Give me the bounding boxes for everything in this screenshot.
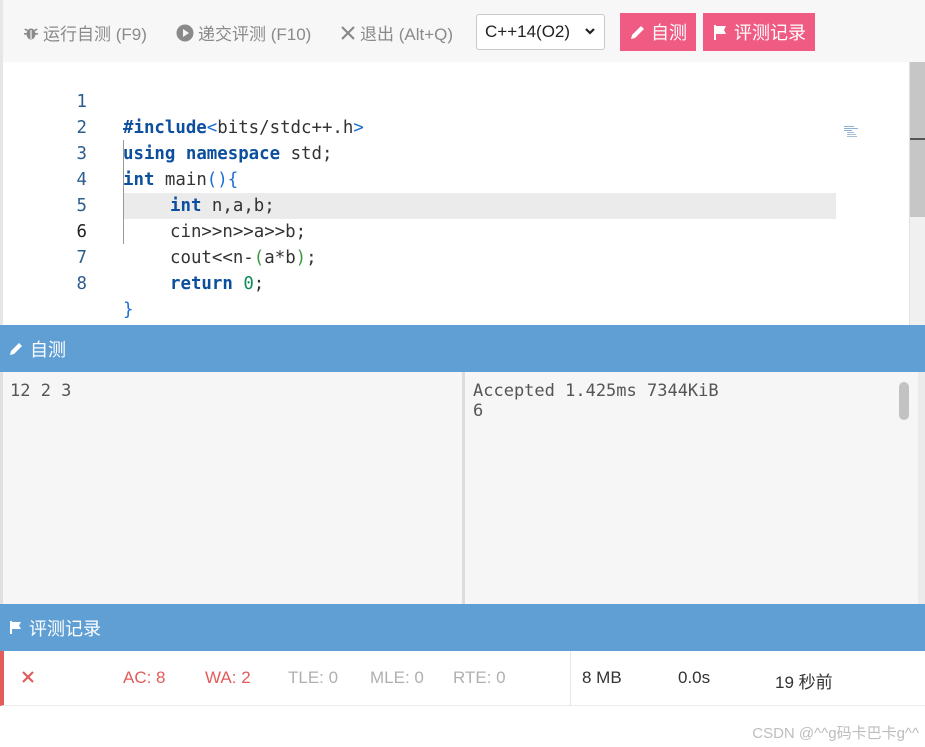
selftest-panel-title: 自测 (30, 339, 66, 360)
code-line-7: 7 return 0; (3, 219, 833, 294)
scroll-position-marker (910, 138, 925, 140)
output-value: 6 (473, 401, 484, 421)
code-line-4: 4 int n,a,b; (3, 141, 833, 216)
time-usage: 0.0s (678, 668, 711, 687)
code-line-8: 8 } (3, 245, 833, 320)
run-selftest-button[interactable]: 运行自测 (F9) (23, 20, 147, 45)
rte-count: RTE: 0 (453, 668, 506, 687)
fail-x-icon (22, 671, 34, 683)
code-line-1: 1 #include<bits/stdc++.h> (3, 63, 833, 138)
bug-icon (24, 27, 38, 39)
line-number: 8 (76, 274, 87, 294)
output-scrollbar-track[interactable] (918, 372, 925, 604)
code-line-2: 2 using namespace std; (3, 89, 833, 164)
minimap[interactable] (844, 125, 864, 139)
token: } (123, 300, 134, 320)
run-selftest-label: 运行自测 (F9) (43, 25, 147, 44)
code-line-3: 3 int main(){ (3, 115, 833, 190)
chevron-down-icon (585, 28, 595, 35)
records-button-label: 评测记录 (734, 23, 806, 43)
submit-time: 19 秒前 (775, 673, 833, 692)
tle-count: TLE: 0 (288, 668, 339, 687)
pencil-icon (10, 343, 22, 355)
play-circle-icon (176, 24, 194, 41)
wa-count: WA: 2 (205, 668, 251, 687)
code-editor[interactable]: 1 #include<bits/stdc++.h> 2 using namesp… (0, 62, 925, 325)
language-value: C++14(O2) (485, 22, 571, 41)
exit-button[interactable]: 退出 (Alt+Q) (340, 20, 453, 45)
selftest-button[interactable]: 自测 (620, 13, 696, 51)
selftest-io: 12 2 3 Accepted 1.425ms 7344KiB 6 (0, 372, 925, 604)
pencil-icon (631, 25, 644, 39)
divider (570, 651, 571, 706)
code-line-5: 5 cin>>n>>a>>b; (3, 167, 833, 242)
records-panel-header: 评测记录 (0, 604, 925, 651)
submit-judge-label: 递交评测 (F10) (198, 25, 312, 44)
toolbar: 运行自测 (F9) 递交评测 (F10) 退出 (Alt+Q) C++14(O2… (0, 0, 925, 62)
exit-label: 退出 (Alt+Q) (360, 25, 454, 44)
output-status: Accepted 1.425ms 7344KiB (473, 381, 719, 401)
flag-icon (714, 24, 726, 40)
memory-usage: 8 MB (582, 668, 622, 687)
token: return (170, 274, 233, 294)
language-select[interactable]: C++14(O2) (476, 14, 605, 50)
ac-count: AC: 8 (123, 668, 166, 687)
watermark: CSDN @^^g码卡巴卡g^^ (752, 725, 919, 742)
submit-judge-button[interactable]: 递交评测 (F10) (176, 20, 311, 45)
close-icon (341, 25, 355, 40)
selftest-output: Accepted 1.425ms 7344KiB 6 (468, 372, 925, 604)
token: ; (253, 274, 265, 294)
footer: CSDN @^^g码卡巴卡g^^ (0, 706, 925, 747)
input-text: 12 2 3 (10, 381, 72, 401)
selftest-button-label: 自测 (651, 23, 687, 43)
code-line-6: 6 cout<<n-(a*b); (3, 193, 833, 268)
selftest-input[interactable]: 12 2 3 (3, 372, 465, 604)
token: 0 (243, 274, 254, 294)
selftest-panel-header: 自测 (0, 325, 925, 372)
record-row[interactable]: AC: 8 WA: 2 TLE: 0 MLE: 0 RTE: 0 8 MB 0.… (0, 651, 925, 706)
records-panel-title: 评测记录 (29, 618, 101, 639)
records-button[interactable]: 评测记录 (703, 13, 815, 51)
output-scrollbar-thumb[interactable] (899, 382, 909, 420)
mle-count: MLE: 0 (370, 668, 424, 687)
flag-icon (10, 621, 21, 634)
